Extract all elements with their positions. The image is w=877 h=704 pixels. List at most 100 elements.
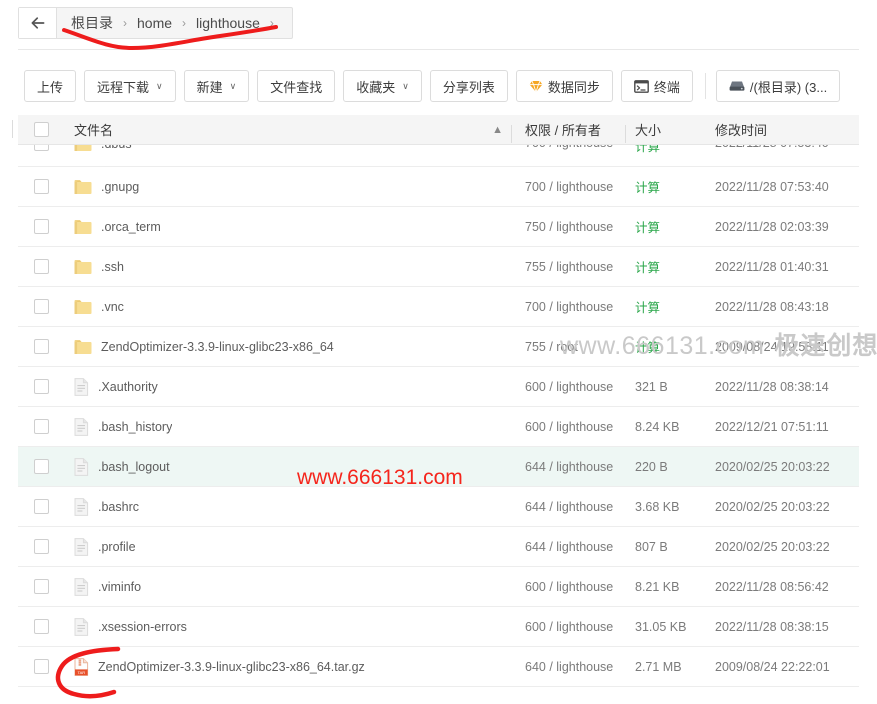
row-checkbox[interactable] <box>33 299 49 314</box>
toolbar-button-6[interactable]: 数据同步 <box>515 70 613 102</box>
row-checkbox[interactable] <box>33 619 49 634</box>
table-row[interactable]: .Xauthority 600 / lighthouse 321 B 2022/11/… <box>18 367 859 407</box>
document-icon <box>74 457 89 476</box>
calculate-size-link[interactable]: 计算 <box>631 177 709 196</box>
calculate-size-link[interactable]: 计算 <box>631 297 709 316</box>
row-checkbox[interactable] <box>33 219 49 234</box>
breadcrumb-segment-0[interactable]: 根目录 <box>69 13 115 33</box>
table-row[interactable]: .bash_history 600 / lighthouse 8.24 KB 2022… <box>18 407 859 447</box>
table-row[interactable]: .viminfo 600 / lighthouse 8.21 KB 2022/11/2… <box>18 567 859 607</box>
row-checkbox[interactable] <box>33 259 49 274</box>
file-size-cell: 2.71 MB <box>635 659 682 674</box>
row-checkbox[interactable] <box>33 499 49 514</box>
row-checkbox[interactable] <box>33 379 49 394</box>
file-name-label[interactable]: ZendOptimizer-3.3.9-linux-glibc23-x86_64… <box>98 660 365 674</box>
table-row[interactable]: .vnc 700 / lighthouse 计算 2022/11/28 08:43:1… <box>18 287 859 327</box>
table-row[interactable]: .ssh 755 / lighthouse 计算 2022/11/28 01:40:3… <box>18 247 859 287</box>
document-icon <box>74 537 89 556</box>
toolbar-button-label: 新建 <box>196 79 223 95</box>
permission-owner-cell[interactable]: 755 / lighthouse <box>517 260 631 274</box>
permission-owner-cell[interactable]: 600 / lighthouse <box>517 620 631 634</box>
table-row[interactable]: .bash_logout 644 / lighthouse 220 B 2020/02… <box>18 447 859 487</box>
column-header-mtime[interactable]: 修改时间 <box>709 120 859 139</box>
permission-owner-cell[interactable]: 644 / lighthouse <box>517 540 631 554</box>
table-row[interactable]: .gnupg 700 / lighthouse 计算 2022/11/28 07:53… <box>18 167 859 207</box>
file-name-cell: .bashrc <box>64 497 517 516</box>
row-checkbox[interactable] <box>33 339 49 354</box>
table-row[interactable]: .dbus 700 / lighthouse计算2022/11/28 07:53:… <box>18 145 859 167</box>
file-name-label[interactable]: .orca_term <box>101 220 161 234</box>
column-header-name-label: 文件名 <box>74 123 114 138</box>
calculate-size-link[interactable]: 计算 <box>631 145 709 155</box>
row-checkbox[interactable] <box>33 659 49 674</box>
file-name-label[interactable]: .Xauthority <box>98 380 158 394</box>
column-header-permission[interactable]: 权限 / 所有者 <box>511 120 631 143</box>
chevron-up-icon[interactable]: ▲ <box>492 124 517 136</box>
toolbar-button-label: 远程下载 <box>97 79 150 95</box>
table-row[interactable]: TAR ZendOptimizer-3.3.9-linux-glibc23-x86… <box>18 647 859 687</box>
permission-owner-cell[interactable]: 700 / lighthouse <box>517 180 631 194</box>
row-checkbox[interactable] <box>33 579 49 594</box>
folder-icon <box>74 299 92 315</box>
toolbar-button-3[interactable]: 文件查找 <box>257 70 336 102</box>
permission-owner-cell[interactable]: 700 / lighthouse <box>517 300 631 314</box>
row-checkbox[interactable] <box>33 539 49 554</box>
toolbar-button-0[interactable]: 上传 <box>24 70 77 102</box>
calculate-size-link[interactable]: 计算 <box>631 337 709 356</box>
file-name-label[interactable]: .profile <box>98 540 136 554</box>
permission-owner-cell[interactable]: 750 / lighthouse <box>517 220 631 234</box>
modified-time-cell: 2022/11/28 08:38:14 <box>715 379 829 394</box>
document-icon <box>74 377 89 396</box>
column-header-size[interactable]: 大小 <box>625 120 709 143</box>
column-header-name[interactable]: 文件名 ▲ <box>64 120 517 139</box>
row-select-cell <box>18 659 64 674</box>
table-row[interactable]: .bashrc 644 / lighthouse 3.68 KB 2020/02/25… <box>18 487 859 527</box>
permission-owner-cell[interactable]: 755 / root <box>517 340 631 354</box>
breadcrumb-segment-2[interactable]: lighthouse <box>194 15 262 31</box>
row-checkbox[interactable] <box>33 419 49 434</box>
row-checkbox[interactable] <box>33 179 49 194</box>
svg-text:TAR: TAR <box>77 670 85 675</box>
toolbar-button-4[interactable]: 收藏夹 ∨ <box>343 70 422 102</box>
table-row[interactable]: ZendOptimizer-3.3.9-linux-glibc23-x86_64… <box>18 327 859 367</box>
select-all-checkbox[interactable] <box>33 122 49 137</box>
permission-owner-cell[interactable]: 600 / lighthouse <box>517 580 631 594</box>
modified-time-cell: 2009/08/24 19:58:11 <box>715 339 829 354</box>
file-name-label[interactable]: ZendOptimizer-3.3.9-linux-glibc23-x86_64 <box>101 340 334 354</box>
breadcrumb-segment-1[interactable]: home <box>135 15 174 31</box>
file-name-label[interactable]: .bash_logout <box>98 460 170 474</box>
file-name-label[interactable]: .bash_history <box>98 420 172 434</box>
table-row[interactable]: .profile 644 / lighthouse 807 B 2020/02/25 … <box>18 527 859 567</box>
table-row[interactable]: .xsession-errors 600 / lighthouse 31.05 KB… <box>18 607 859 647</box>
modified-time-cell: 2020/02/25 20:03:22 <box>715 459 830 474</box>
back-button[interactable] <box>19 8 57 38</box>
permission-owner-cell[interactable]: 644 / lighthouse <box>517 460 631 474</box>
row-checkbox[interactable] <box>33 145 49 151</box>
file-name-label[interactable]: .bashrc <box>98 500 139 514</box>
file-name-label[interactable]: .viminfo <box>98 580 141 594</box>
calculate-size-link[interactable]: 计算 <box>631 217 709 236</box>
permission-owner-cell[interactable]: 644 / lighthouse <box>517 500 631 514</box>
breadcrumb-separator-icon: › <box>269 16 274 30</box>
disk-selector-button[interactable]: /(根目录) (3... <box>715 70 841 102</box>
file-name-label[interactable]: .gnupg <box>101 180 139 194</box>
toolbar-button-label: 收藏夹 <box>356 79 396 95</box>
file-name-label[interactable]: .xsession-errors <box>98 620 187 634</box>
chevron-down-icon: ∨ <box>229 80 237 91</box>
file-name-label[interactable]: .ssh <box>101 260 124 274</box>
toolbar-button-5[interactable]: 分享列表 <box>429 70 508 102</box>
toolbar-button-1[interactable]: 远程下载 ∨ <box>84 70 176 102</box>
file-name-cell: .orca_term <box>64 219 517 235</box>
file-name-label[interactable]: .dbus <box>101 145 132 151</box>
table-row[interactable]: .orca_term 750 / lighthouse 计算 2022/11/28 0… <box>18 207 859 247</box>
toolbar-button-2[interactable]: 新建 ∨ <box>183 70 250 102</box>
permission-owner-cell[interactable]: 600 / lighthouse <box>517 380 631 394</box>
row-checkbox[interactable] <box>33 459 49 474</box>
permission-owner-cell[interactable]: 640 / lighthouse <box>517 660 631 674</box>
permission-owner-cell[interactable]: 700 / lighthouse <box>517 145 631 150</box>
permission-owner-cell[interactable]: 600 / lighthouse <box>517 420 631 434</box>
modified-time-cell: 2022/11/28 08:56:42 <box>715 579 829 594</box>
calculate-size-link[interactable]: 计算 <box>631 257 709 276</box>
toolbar-button-7[interactable]: 终端 <box>620 70 693 102</box>
file-name-label[interactable]: .vnc <box>101 300 124 314</box>
